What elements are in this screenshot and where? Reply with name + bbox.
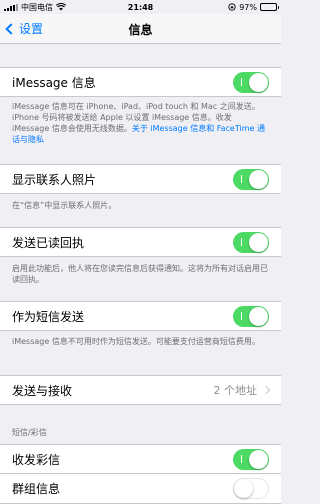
read-receipts-footnote: 启用此功能后，他人将在您读完信息后获得通知。这将为所有对话启用已读回执。 (12, 264, 268, 284)
contact-photos-footnote: 在“信息”中显示联系人照片。 (12, 201, 117, 210)
read-receipts-row: 发送已读回执 (0, 227, 281, 257)
chevron-right-icon (261, 385, 271, 395)
imessage-row: iMessage 信息 (0, 67, 281, 97)
contact-photos-label: 显示联系人照片 (12, 172, 97, 187)
send-as-sms-footnote: iMessage 信息不可用时作为短信发送。可能要支付运营商短信费用。 (12, 337, 260, 346)
sms-section-header: 短信/彩信 (12, 428, 47, 437)
send-as-sms-toggle[interactable] (233, 305, 269, 327)
read-receipts-toggle[interactable] (233, 231, 269, 253)
send-as-sms-row: 作为短信发送 (0, 301, 281, 331)
group-messaging-toggle[interactable] (233, 478, 269, 499)
send-as-sms-label: 作为短信发送 (12, 309, 85, 324)
send-receive-value: 2 个地址 (213, 384, 258, 397)
imessage-toggle[interactable] (233, 71, 269, 93)
mms-toggle[interactable] (233, 448, 269, 470)
navigation-bar: 设置 信息 (0, 14, 281, 44)
contact-photos-toggle[interactable] (233, 168, 269, 190)
imessage-footnote: iMessage 信息可在 iPhone、iPad、iPod touch 和 M… (12, 101, 270, 145)
status-bar: 中国电信 21:48 97% (0, 0, 281, 14)
group-messaging-label: 群组信息 (12, 482, 61, 496)
imessage-label: iMessage 信息 (12, 75, 96, 90)
send-receive-label: 发送与接收 (12, 383, 73, 398)
page-title: 信息 (128, 23, 153, 37)
mms-label: 收发彩信 (12, 452, 61, 467)
contact-photos-row: 显示联系人照片 (0, 164, 281, 194)
send-receive-row[interactable]: 发送与接收 2 个地址 (0, 375, 281, 405)
orientation-lock-icon (228, 3, 236, 11)
mms-row: 收发彩信 (0, 444, 281, 474)
read-receipts-label: 发送已读回执 (12, 235, 85, 250)
battery-icon (260, 3, 279, 11)
battery-percent: 97% (239, 2, 257, 12)
